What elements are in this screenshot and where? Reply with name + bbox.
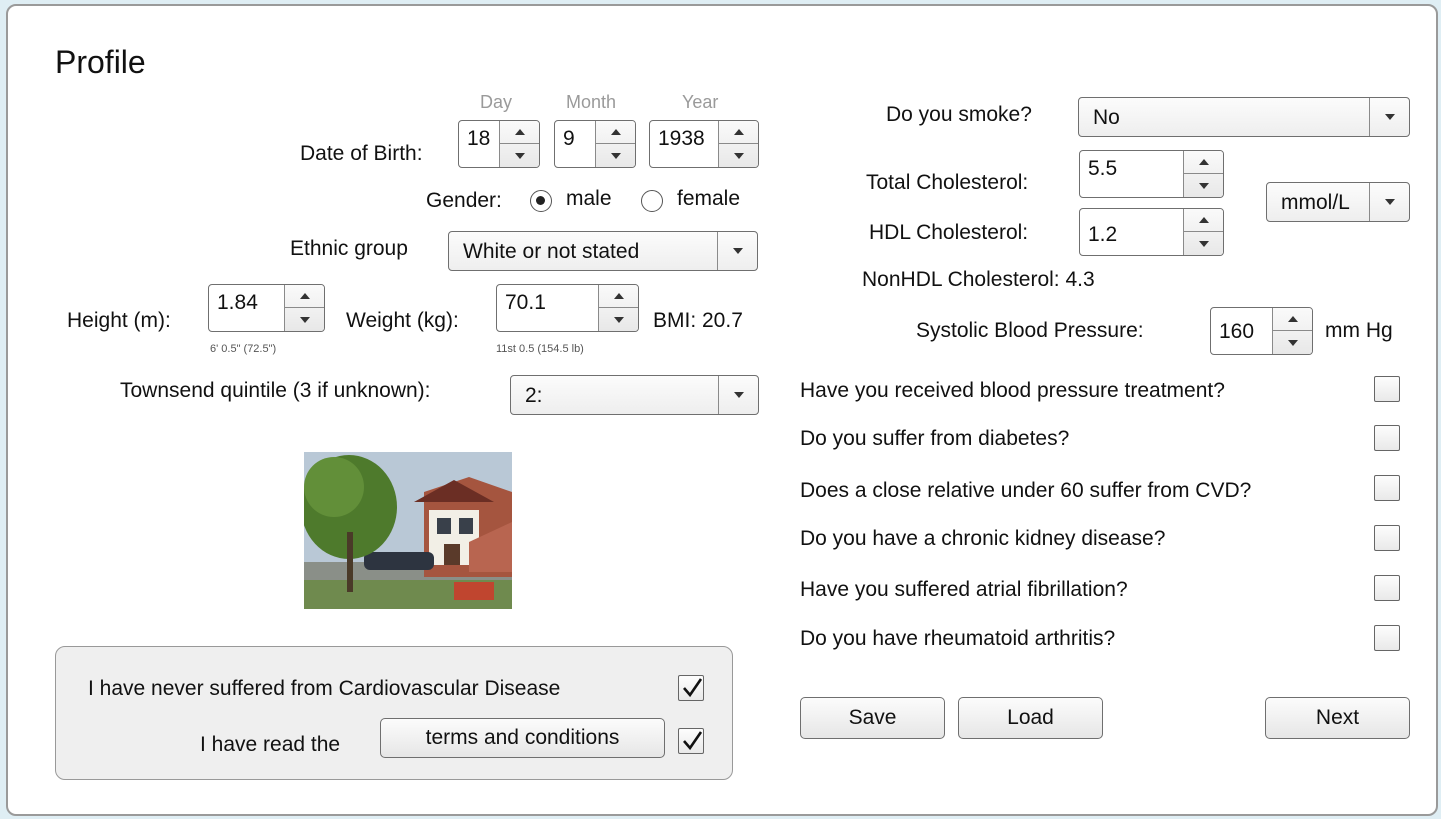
dob-month-value[interactable]: 9 (563, 127, 575, 151)
hdl-chol-spinner[interactable]: 1.2 (1079, 208, 1224, 256)
total-chol-label: Total Cholesterol: (866, 171, 1029, 194)
dob-month-stepper[interactable] (595, 121, 635, 167)
page-title: Profile (55, 44, 146, 80)
check-icon (683, 731, 703, 751)
weight-down-icon[interactable] (599, 308, 638, 331)
relative-cvd-checkbox[interactable] (1374, 475, 1400, 501)
ethnic-value[interactable]: White or not stated (463, 240, 639, 264)
weight-value[interactable]: 70.1 (505, 291, 546, 315)
check-icon (683, 678, 703, 698)
question-kidney: Do you have a chronic kidney disease? (800, 527, 1166, 550)
question-bp-treatment: Have you received blood pressure treatme… (800, 379, 1225, 402)
chevron-down-icon[interactable] (718, 376, 758, 414)
bp-down-icon[interactable] (1273, 331, 1312, 354)
weight-spinner[interactable]: 70.1 (496, 284, 639, 332)
hdl-chol-value[interactable]: 1.2 (1088, 223, 1117, 247)
weight-imperial: 11st 0.5 (154.5 lb) (496, 343, 584, 355)
bp-stepper[interactable] (1272, 308, 1312, 354)
dob-day-up-icon[interactable] (500, 121, 539, 144)
height-imperial: 6' 0.5" (72.5") (210, 343, 277, 355)
chevron-down-icon[interactable] (1369, 183, 1409, 221)
chol-unit-select[interactable]: mmol/L (1266, 182, 1410, 222)
read-terms-label: I have read the (200, 733, 341, 756)
nonhdl-text: NonHDL Cholesterol: 4.3 (862, 268, 1095, 291)
dob-month-up-icon[interactable] (596, 121, 635, 144)
load-button[interactable]: Load (958, 697, 1103, 739)
ethnic-label: Ethnic group (290, 237, 408, 260)
never-cvd-checkbox[interactable] (678, 675, 704, 701)
kidney-checkbox[interactable] (1374, 525, 1400, 551)
total-chol-stepper[interactable] (1183, 151, 1223, 197)
dob-year-stepper[interactable] (718, 121, 758, 167)
smoke-select[interactable]: No (1078, 97, 1410, 137)
gender-label: Gender: (426, 189, 502, 212)
smoke-label: Do you smoke? (886, 103, 1032, 126)
dob-month-header: Month (566, 92, 617, 112)
height-value[interactable]: 1.84 (217, 291, 258, 315)
dob-day-header: Day (480, 92, 513, 112)
save-button[interactable]: Save (800, 697, 945, 739)
bp-value[interactable]: 160 (1219, 320, 1254, 344)
dob-year-header: Year (682, 92, 719, 112)
gender-male-label[interactable]: male (566, 187, 612, 211)
arthritis-checkbox[interactable] (1374, 625, 1400, 651)
question-atrial-fibrillation: Have you suffered atrial fibrillation? (800, 578, 1128, 601)
question-arthritis: Do you have rheumatoid arthritis? (800, 627, 1116, 650)
chevron-down-icon[interactable] (1369, 98, 1409, 136)
declaration-panel (55, 646, 733, 780)
question-relative-cvd: Does a close relative under 60 suffer fr… (800, 479, 1252, 502)
hdl-chol-down-icon[interactable] (1184, 232, 1223, 255)
dob-day-spinner[interactable]: 18 (458, 120, 540, 168)
dob-year-up-icon[interactable] (719, 121, 758, 144)
total-chol-value[interactable]: 5.5 (1088, 157, 1117, 181)
townsend-value[interactable]: 2: (525, 384, 543, 408)
height-up-icon[interactable] (285, 285, 324, 308)
dob-year-spinner[interactable]: 1938 (649, 120, 759, 168)
dob-label: Date of Birth: (300, 142, 423, 165)
weight-up-icon[interactable] (599, 285, 638, 308)
total-chol-up-icon[interactable] (1184, 151, 1223, 174)
total-chol-down-icon[interactable] (1184, 174, 1223, 197)
question-diabetes: Do you suffer from diabetes? (800, 427, 1070, 450)
dob-month-spinner[interactable]: 9 (554, 120, 636, 168)
bp-label: Systolic Blood Pressure: (916, 319, 1144, 342)
terms-button[interactable]: terms and conditions (380, 718, 665, 758)
gender-female-label[interactable]: female (677, 187, 740, 211)
total-chol-spinner[interactable]: 5.5 (1079, 150, 1224, 198)
dob-day-value[interactable]: 18 (467, 127, 490, 151)
height-spinner[interactable]: 1.84 (208, 284, 325, 332)
height-down-icon[interactable] (285, 308, 324, 331)
weight-label: Weight (kg): (346, 309, 459, 332)
atrial-fibrillation-checkbox[interactable] (1374, 575, 1400, 601)
bmi-text: BMI: 20.7 (653, 309, 743, 332)
dob-year-value[interactable]: 1938 (658, 127, 705, 151)
dob-month-down-icon[interactable] (596, 144, 635, 167)
gender-male-radio[interactable] (530, 190, 552, 212)
townsend-select[interactable]: 2: (510, 375, 759, 415)
dob-day-down-icon[interactable] (500, 144, 539, 167)
townsend-label: Townsend quintile (3 if unknown): (120, 379, 431, 402)
never-cvd-label: I have never suffered from Cardiovascula… (88, 677, 561, 700)
dob-day-stepper[interactable] (499, 121, 539, 167)
ethnic-select[interactable]: White or not stated (448, 231, 758, 271)
chol-unit-value[interactable]: mmol/L (1281, 191, 1350, 215)
street-view-image (304, 452, 512, 609)
bp-up-icon[interactable] (1273, 308, 1312, 331)
chevron-down-icon[interactable] (717, 232, 757, 270)
diabetes-checkbox[interactable] (1374, 425, 1400, 451)
gender-female-radio[interactable] (641, 190, 663, 212)
terms-checkbox[interactable] (678, 728, 704, 754)
bp-treatment-checkbox[interactable] (1374, 376, 1400, 402)
height-stepper[interactable] (284, 285, 324, 331)
weight-stepper[interactable] (598, 285, 638, 331)
next-button[interactable]: Next (1265, 697, 1410, 739)
hdl-chol-label: HDL Cholesterol: (869, 221, 1029, 244)
hdl-chol-stepper[interactable] (1183, 209, 1223, 255)
smoke-value[interactable]: No (1093, 106, 1120, 130)
bp-unit: mm Hg (1325, 319, 1393, 342)
bp-spinner[interactable]: 160 (1210, 307, 1313, 355)
height-label: Height (m): (67, 309, 171, 332)
dob-year-down-icon[interactable] (719, 144, 758, 167)
hdl-chol-up-icon[interactable] (1184, 209, 1223, 232)
